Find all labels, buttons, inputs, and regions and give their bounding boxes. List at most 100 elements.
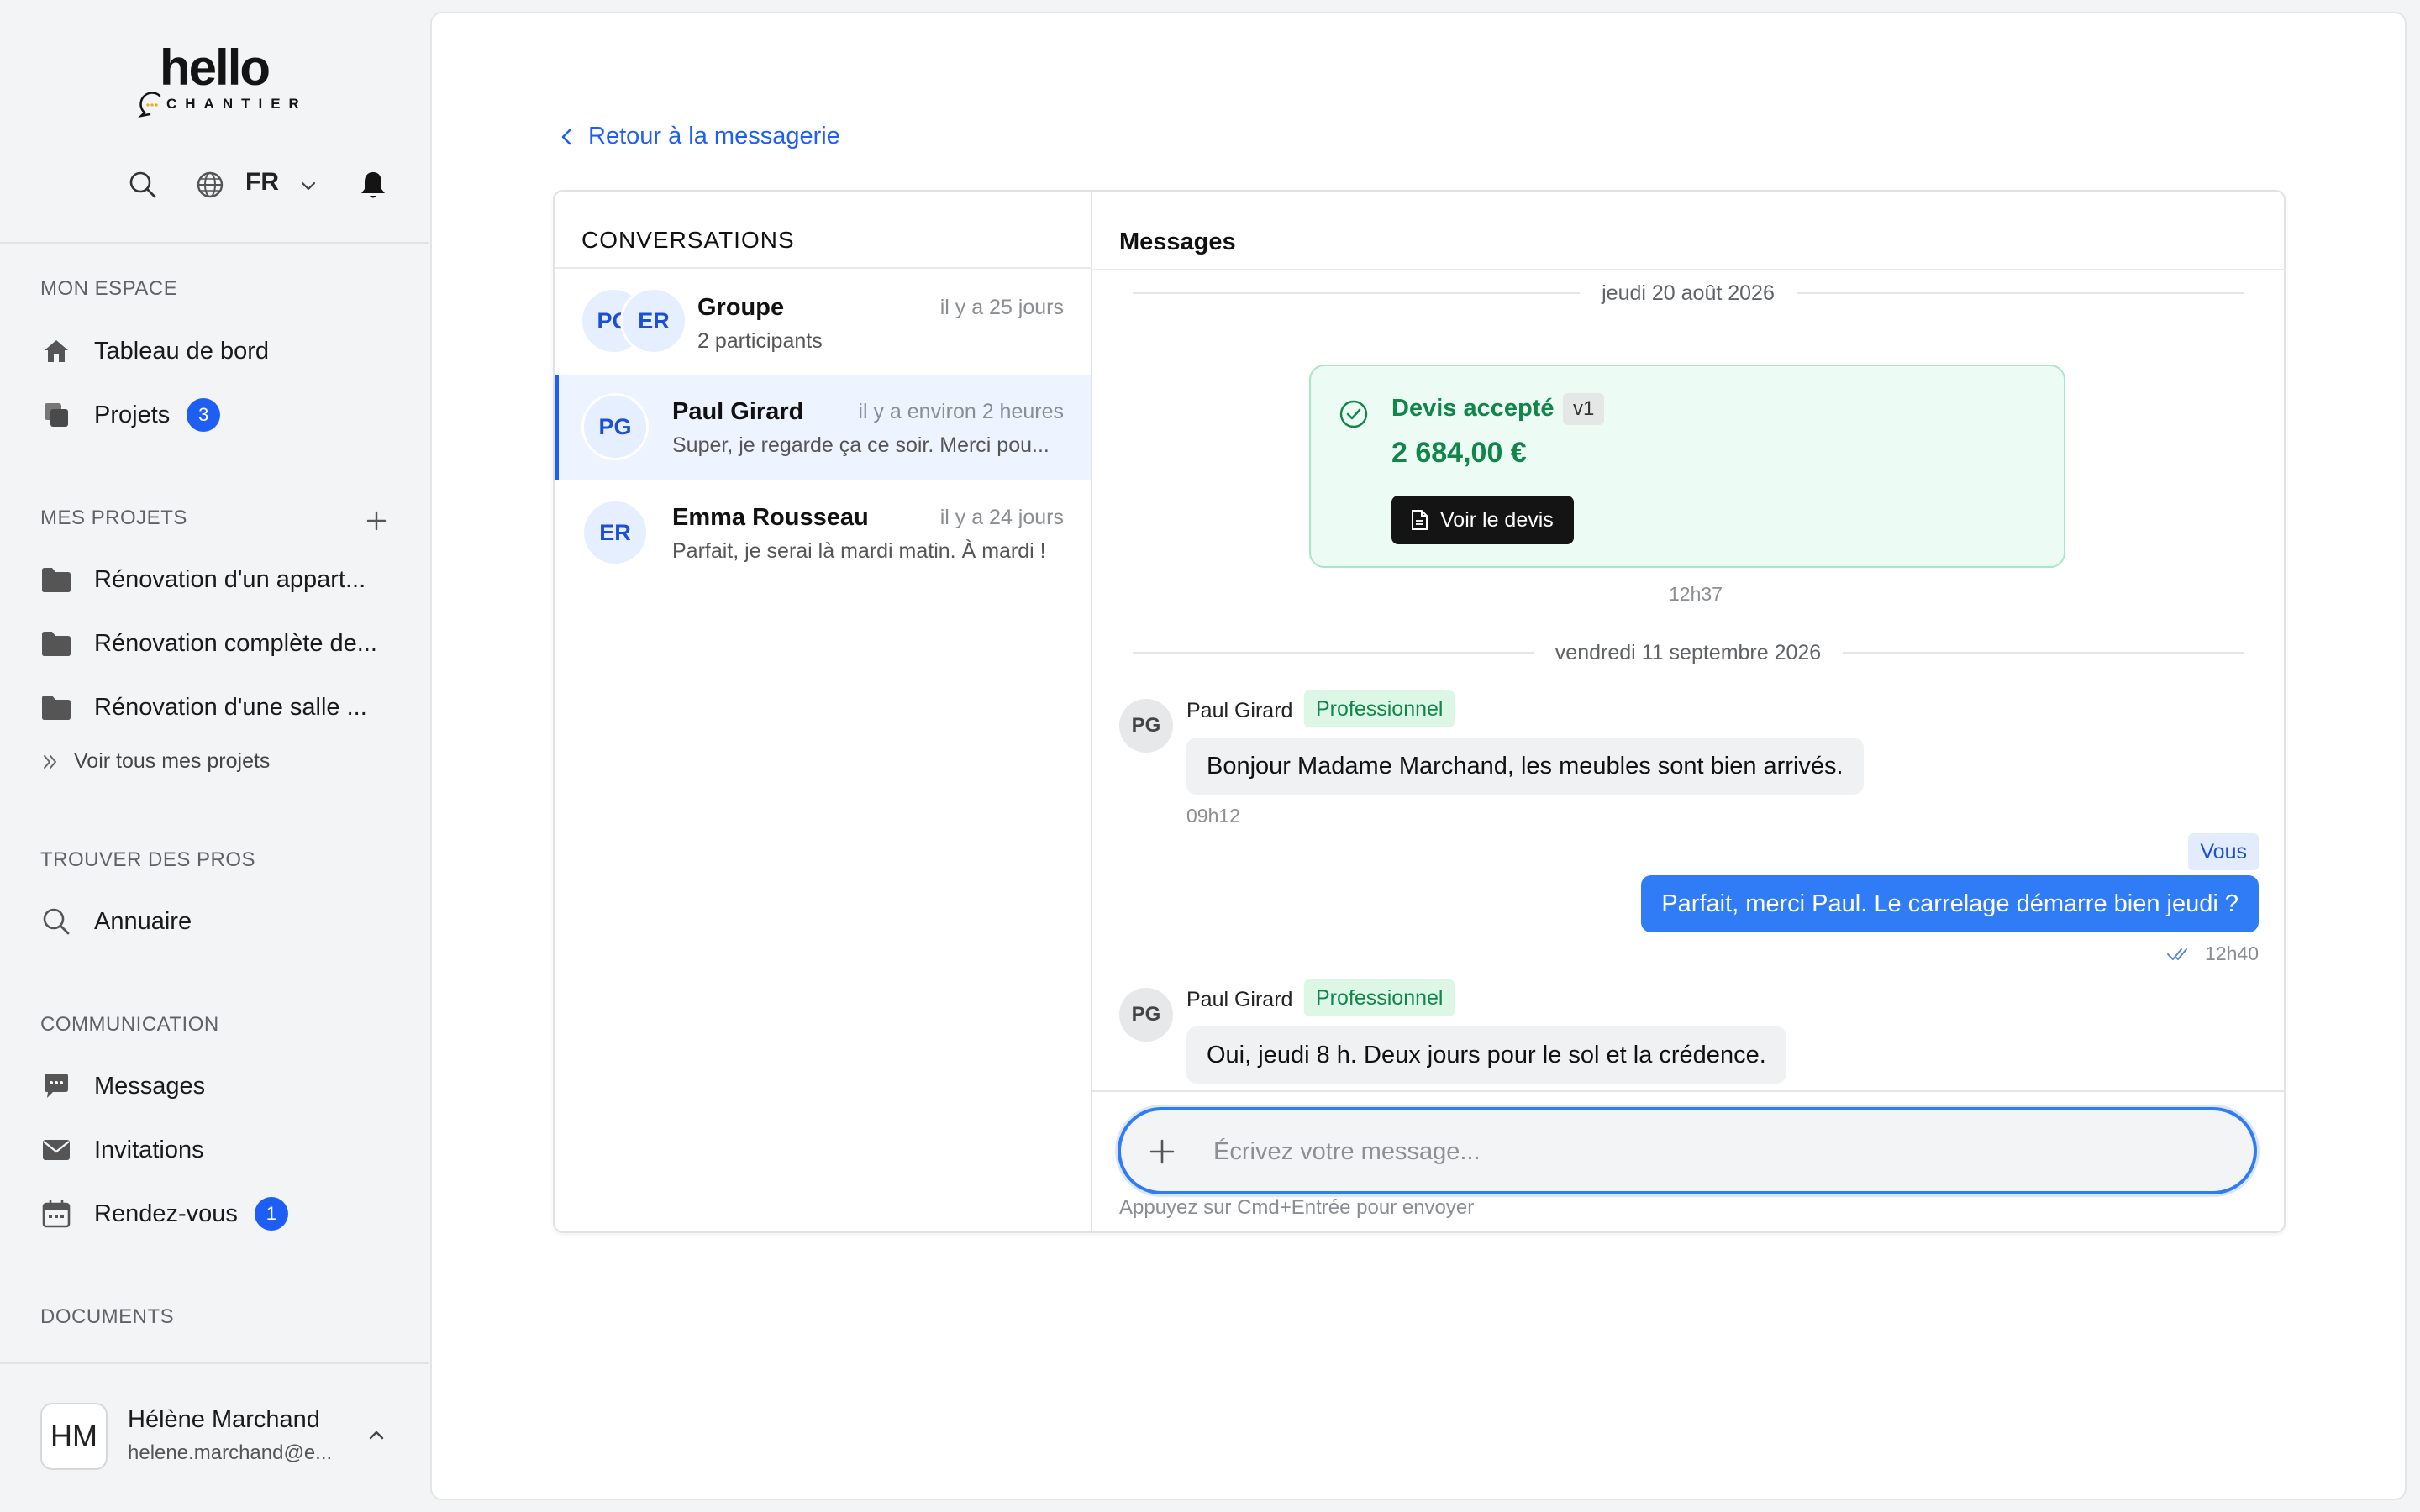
conversation-name: Groupe xyxy=(697,294,785,321)
section-label-mes-projets: MES PROJETS xyxy=(40,507,187,529)
section-label-mon-espace: MON ESPACE xyxy=(40,277,178,300)
sender-avatar: PG xyxy=(1119,988,1173,1042)
folder-icon xyxy=(40,691,72,723)
header-tools: FR xyxy=(0,165,429,203)
sidebar-item-label: Projets xyxy=(94,401,171,428)
section-label-trouver-des-pros: TROUVER DES PROS xyxy=(40,848,256,871)
sidebar-item-label: Invitations xyxy=(94,1136,204,1163)
check-circle-icon xyxy=(1339,400,1368,428)
chevron-down-icon xyxy=(301,181,316,191)
appointments-count-badge: 1 xyxy=(254,1197,288,1231)
brand-subtitle: CHANTIER xyxy=(166,96,308,112)
sidebar-item-directory[interactable]: Annuaire xyxy=(40,900,192,942)
search-icon xyxy=(40,906,72,937)
sidebar-project-item[interactable]: Rénovation d'une salle ... xyxy=(40,686,367,728)
conversation-name: Emma Rousseau xyxy=(672,504,869,531)
sidebar-item-appointments[interactable]: Rendez-vous 1 xyxy=(40,1193,288,1235)
quote-accepted-card: Devis accepté v1 2 684,00 € Voir le devi… xyxy=(1309,365,2065,568)
sidebar-project-item[interactable]: Rénovation d'un appart... xyxy=(40,559,366,601)
conversation-preview: Super, je regarde ça ce soir. Merci pou.… xyxy=(672,433,1050,457)
sidebar-item-label: Tableau de bord xyxy=(94,337,269,365)
messages-title: Messages xyxy=(1119,228,1236,255)
language-dropdown[interactable] xyxy=(297,175,319,197)
sidebar-item-projects[interactable]: Projets 3 xyxy=(40,394,221,436)
mail-icon xyxy=(40,1134,72,1166)
sidebar-item-invitations[interactable]: Invitations xyxy=(40,1129,204,1171)
home-icon xyxy=(40,335,72,367)
conversation-time: il y a 25 jours xyxy=(939,296,1064,319)
bell-icon xyxy=(361,172,385,198)
notifications-button[interactable] xyxy=(355,166,392,203)
attach-plus-icon[interactable] xyxy=(1146,1136,1178,1168)
sidebar: hello CHANTIER FR MON ESPACE Tableau de … xyxy=(0,0,429,1512)
search-button[interactable] xyxy=(126,168,160,202)
language-selector[interactable] xyxy=(193,168,227,202)
view-quote-label: Voir le devis xyxy=(1440,507,1554,532)
conversation-name: Paul Girard xyxy=(672,398,804,425)
projects-count-badge: 3 xyxy=(187,398,221,432)
conversation-item-paul-girard[interactable]: PG Paul Girard il y a environ 2 heures S… xyxy=(555,375,1091,480)
sender-avatar: PG xyxy=(1119,699,1173,753)
message-time: 12h40 xyxy=(2205,942,2259,964)
conversation-item-emma-rousseau[interactable]: ER Emma Rousseau il y a 24 jours Parfait… xyxy=(555,480,1091,586)
send-hint: Appuyez sur Cmd+Entrée pour envoyer xyxy=(1119,1196,1475,1219)
double-check-icon xyxy=(2167,948,2188,960)
role-badge: Professionnel xyxy=(1304,979,1455,1016)
role-badge: Professionnel xyxy=(1304,690,1455,727)
calendar-icon xyxy=(40,1198,72,1230)
speech-bubble-icon xyxy=(138,92,161,118)
chat-icon xyxy=(40,1070,72,1102)
chevron-up-icon xyxy=(369,1431,384,1440)
add-project-icon[interactable] xyxy=(363,507,390,534)
conversation-time: il y a environ 2 heures xyxy=(858,400,1064,423)
conversations-panel: CONVERSATIONS PG ER Groupe il y a 25 jou… xyxy=(555,192,1092,1231)
sidebar-project-item[interactable]: Rénovation complète de... xyxy=(40,622,377,664)
date-label: jeudi 20 août 2026 xyxy=(1602,281,1775,305)
sidebar-item-label: Rendez-vous xyxy=(94,1200,238,1227)
sidebar-divider xyxy=(0,1362,429,1364)
quote-amount: 2 684,00 € xyxy=(1392,437,1527,469)
brand-logo[interactable]: hello CHANTIER xyxy=(134,39,302,123)
sidebar-item-label: Rénovation d'un appart... xyxy=(94,565,366,593)
avatar: ER xyxy=(620,287,687,354)
message-bubble-incoming: Oui, jeudi 8 h. Deux jours pour le sol e… xyxy=(1186,1026,1786,1084)
user-name: Hélène Marchand xyxy=(128,1406,320,1433)
folder-icon xyxy=(40,627,72,659)
main-panel: Retour à la messagerie CONVERSATIONS PG … xyxy=(430,12,2407,1500)
user-menu[interactable]: HM Hélène Marchand helene.marchand@e... xyxy=(40,1403,402,1475)
user-email: helene.marchand@e... xyxy=(128,1441,333,1464)
sidebar-item-label: Rénovation d'une salle ... xyxy=(94,693,367,721)
divider xyxy=(1092,1090,2286,1092)
conversation-item-group[interactable]: PG ER Groupe il y a 25 jours 2 participa… xyxy=(555,269,1091,375)
language-code[interactable]: FR xyxy=(245,168,279,197)
back-link-label: Retour à la messagerie xyxy=(588,123,840,150)
message-time: 09h12 xyxy=(1186,805,1240,827)
conversation-preview: Parfait, je serai là mardi matin. À mard… xyxy=(672,539,1046,563)
messaging-frame: CONVERSATIONS PG ER Groupe il y a 25 jou… xyxy=(553,190,2286,1233)
message-input[interactable] xyxy=(1213,1129,2222,1174)
conversations-title: CONVERSATIONS xyxy=(581,227,795,253)
chevrons-right-icon xyxy=(44,754,56,769)
view-quote-button[interactable]: Voir le devis xyxy=(1392,496,1574,544)
read-status: 12h40 xyxy=(2166,942,2259,965)
quote-status: Devis accepté xyxy=(1392,395,1555,422)
copy-icon xyxy=(40,399,72,431)
quote-version-badge: v1 xyxy=(1563,393,1605,425)
message-thread[interactable]: jeudi 20 août 2026 Devis accepté v1 2 68… xyxy=(1092,270,2286,1090)
section-label-communication: COMMUNICATION xyxy=(40,1013,219,1036)
see-all-projects-label: Voir tous mes projets xyxy=(74,749,271,773)
message-bubble-incoming: Bonjour Madame Marchand, les meubles son… xyxy=(1186,738,1864,795)
chevron-left-icon xyxy=(561,129,571,144)
date-separator: vendredi 11 septembre 2026 xyxy=(1133,640,2244,665)
you-badge: Vous xyxy=(2188,833,2259,870)
sender-name: Paul Girard xyxy=(1186,699,1293,722)
sidebar-item-label: Rénovation complète de... xyxy=(94,629,377,657)
brand-name: hello xyxy=(160,39,271,96)
message-composer xyxy=(1118,1107,2257,1194)
sidebar-item-messages[interactable]: Messages xyxy=(40,1065,205,1107)
back-to-inbox-link[interactable]: Retour à la messagerie xyxy=(558,123,840,150)
see-all-projects-link[interactable]: Voir tous mes projets xyxy=(40,749,270,774)
sidebar-item-label: Annuaire xyxy=(94,907,192,935)
sidebar-divider xyxy=(0,242,429,244)
sidebar-item-dashboard[interactable]: Tableau de bord xyxy=(40,330,269,372)
